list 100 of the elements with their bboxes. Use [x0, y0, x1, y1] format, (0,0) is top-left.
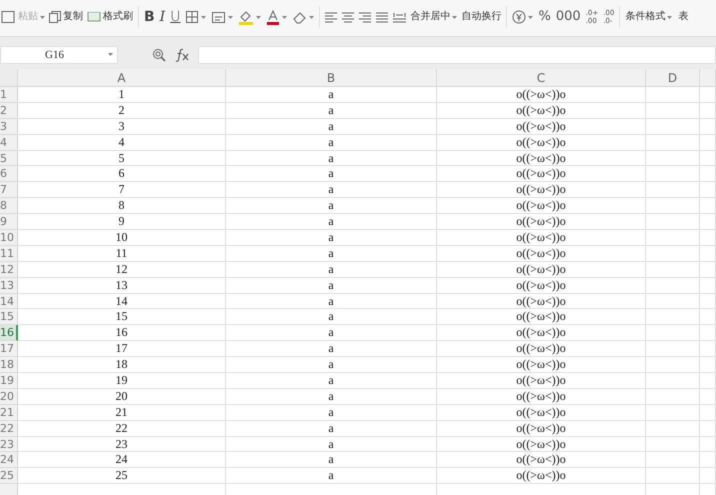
cell-format-button[interactable] [211, 10, 234, 24]
table-cell: 17 [18, 341, 226, 358]
row-header[interactable]: 12 [0, 262, 18, 278]
table-cell: a [226, 150, 437, 166]
distributed-button[interactable] [393, 12, 406, 22]
row-header[interactable]: 23 [0, 436, 18, 452]
table-cell: a [226, 309, 437, 326]
row-header[interactable]: 5 [0, 150, 18, 166]
empty-cell [646, 214, 700, 230]
fill-button[interactable] [238, 10, 262, 24]
bold-button[interactable]: B [144, 11, 155, 23]
row-header[interactable]: 1 [0, 87, 18, 103]
align-left-button[interactable] [325, 12, 338, 22]
row-header[interactable]: 2 [0, 102, 18, 119]
table-cell: 5 [18, 150, 226, 166]
empty-cell [646, 102, 700, 119]
align-center-button[interactable] [342, 12, 356, 22]
ribbon-button[interactable]: 合并居中 [410, 11, 458, 23]
table-cell: a [226, 341, 437, 358]
eraser-button[interactable] [292, 10, 314, 24]
column-header[interactable]: A [18, 69, 226, 87]
column-header[interactable]: D [646, 69, 700, 87]
table-cell: a [226, 134, 437, 151]
row-header[interactable]: 4 [0, 134, 18, 151]
row-header[interactable]: 10 [0, 230, 18, 246]
row-header[interactable]: 24 [0, 452, 18, 468]
row-header[interactable]: 8 [0, 198, 18, 214]
row-header[interactable]: 3 [0, 118, 18, 135]
align-right-button[interactable] [359, 12, 372, 22]
number-format-button[interactable]: % [538, 11, 551, 23]
empty-cell [646, 230, 700, 246]
table-cell: a [226, 436, 437, 452]
row-header[interactable]: 18 [0, 357, 18, 374]
align-left-icon [325, 12, 338, 22]
row-header[interactable]: 15 [0, 309, 18, 326]
table-cell: a [226, 230, 437, 246]
ribbon-button[interactable]: 条件格式 [625, 11, 672, 23]
border-button[interactable] [185, 10, 206, 24]
ribbon-button[interactable]: 自动换行 [461, 11, 502, 23]
table-cell: 16 [18, 325, 226, 342]
empty-cell [700, 262, 716, 278]
table-cell: 11 [18, 246, 226, 262]
table-cell: 20 [18, 388, 226, 405]
font-color-button[interactable] [266, 10, 288, 24]
row-header[interactable]: 22 [0, 420, 18, 437]
empty-cell [700, 166, 716, 182]
table-cell: 24 [18, 452, 226, 468]
formula-input[interactable] [198, 46, 716, 64]
ribbon-button[interactable]: 表 [678, 11, 688, 23]
table-cell: a [226, 373, 437, 389]
empty-cell [700, 87, 716, 103]
empty-cell [646, 341, 700, 358]
column-header[interactable]: C [437, 69, 646, 87]
table-cell: o((>ω<))o [437, 468, 646, 484]
currency-button[interactable] [512, 10, 534, 24]
row-header[interactable]: 20 [0, 388, 18, 405]
table-cell: 3 [18, 118, 226, 135]
empty-cell [700, 452, 716, 468]
empty-cell [700, 309, 716, 326]
italic-button[interactable]: I [160, 11, 166, 23]
row-header[interactable]: 25 [0, 468, 18, 484]
caret-icon [108, 53, 113, 56]
copy-button[interactable]: 复制 [49, 11, 83, 23]
paste-button[interactable]: 粘贴 [0, 11, 45, 23]
justify-button[interactable] [376, 12, 390, 22]
table-cell: o((>ω<))o [437, 182, 646, 198]
row-header[interactable]: 14 [0, 294, 18, 310]
column-header[interactable]: B [226, 69, 437, 87]
empty-cell [700, 341, 716, 358]
brush-button[interactable]: 格式刷 [87, 11, 133, 23]
table-cell: 18 [18, 357, 226, 374]
table-cell: a [226, 118, 437, 135]
row-header[interactable]: 17 [0, 341, 18, 358]
empty-cell [646, 246, 700, 262]
row-header[interactable]: 21 [0, 404, 18, 421]
row-header[interactable]: 6 [0, 166, 18, 182]
empty-cell [700, 102, 716, 119]
copy-icon [49, 11, 61, 23]
table-cell: 14 [18, 294, 226, 310]
name-box[interactable]: G16 [0, 46, 118, 64]
caret-icon [282, 16, 288, 18]
underline-button[interactable]: U [170, 11, 180, 23]
table-cell: 9 [18, 214, 226, 230]
row-header[interactable]: 19 [0, 373, 18, 389]
table-cell: 1 [18, 87, 226, 103]
table-cell: a [226, 278, 437, 294]
currency-icon [512, 10, 526, 24]
row-header[interactable]: 9 [0, 214, 18, 230]
row-header[interactable]: 16 [0, 325, 18, 342]
number-format-button[interactable]: 000 [556, 11, 581, 23]
caret-icon [201, 16, 206, 18]
empty-cell [646, 436, 700, 452]
table-cell: o((>ω<))o [437, 166, 646, 182]
caret-icon [528, 16, 534, 18]
table-cell: o((>ω<))o [437, 436, 646, 452]
row-header[interactable]: 11 [0, 246, 18, 262]
row-header[interactable]: 13 [0, 278, 18, 294]
row-header[interactable]: 7 [0, 182, 18, 198]
table-cell: o((>ω<))o [437, 230, 646, 246]
table-cell: 4 [18, 134, 226, 151]
